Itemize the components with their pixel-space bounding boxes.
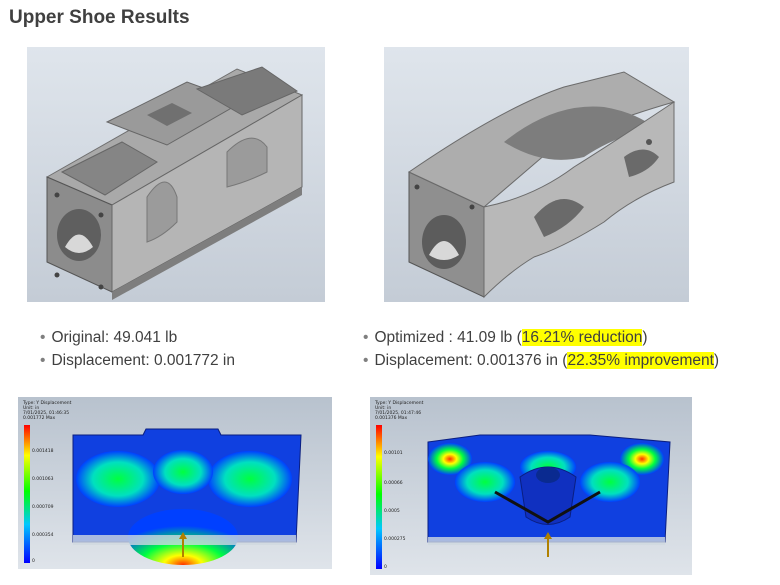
optimized-weight: Optimized : 41.09 lb ( — [374, 329, 522, 346]
optimized-results-list: • Optimized : 41.09 lb (16.21% reduction)… — [363, 329, 719, 375]
optimized-part-render — [384, 47, 689, 302]
original-part-illustration — [45, 66, 304, 300]
original-weight: Original: 49.041 lb — [51, 329, 178, 346]
displacement-contour — [72, 428, 302, 565]
optimized-weight-suffix: ) — [642, 329, 648, 346]
optimized-fea-plot: Type: Y Displacement Unit: in 7/01/2025,… — [370, 397, 692, 575]
optimized-part-illustration — [407, 71, 676, 299]
list-item: • Displacement: 0.001376 in (22.35% impro… — [363, 352, 719, 375]
bullet-marker: • — [40, 352, 46, 369]
displacement-improvement-highlight: 22.35% improvement — [567, 352, 714, 369]
list-item: • Original: 49.041 lb — [40, 329, 235, 352]
optimized-displacement-suffix: ) — [713, 352, 720, 369]
bullet-marker: • — [363, 329, 369, 346]
weight-reduction-highlight: 16.21% reduction — [521, 329, 643, 346]
original-results-list: • Original: 49.041 lb • Displacement: 0.00… — [40, 329, 235, 375]
original-displacement: Displacement: 0.001772 in — [51, 352, 235, 369]
bullet-marker: • — [40, 329, 46, 346]
original-fea-plot: Type: Y Displacement Unit: in 7/01/2025,… — [18, 397, 332, 569]
original-part-render — [27, 47, 325, 302]
displacement-contour — [427, 434, 671, 557]
list-item: • Displacement: 0.001772 in — [40, 352, 235, 375]
bullet-marker: • — [363, 352, 369, 369]
page-title: Upper Shoe Results — [9, 7, 190, 28]
list-item: • Optimized : 41.09 lb (16.21% reduction) — [363, 329, 719, 352]
optimized-displacement: Displacement: 0.001376 in ( — [374, 352, 568, 369]
